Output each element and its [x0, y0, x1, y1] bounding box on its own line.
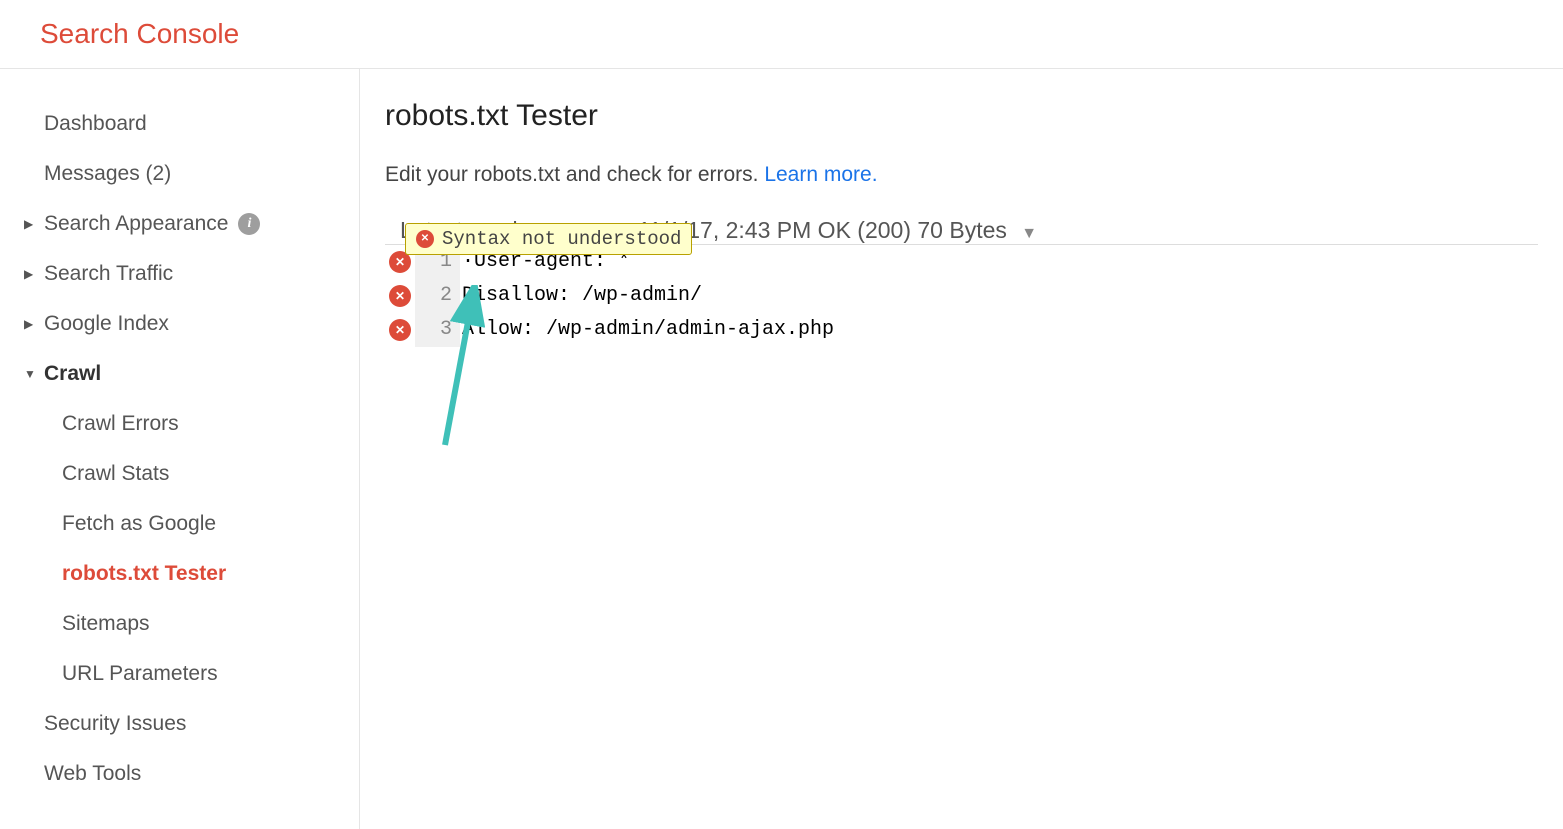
sidebar: Dashboard Messages (2) ▶ Search Appearan… [0, 69, 360, 829]
chevron-down-icon: ▼ [1021, 225, 1037, 242]
sidebar-item-search-traffic[interactable]: ▶ Search Traffic [0, 249, 359, 299]
main-content: robots.txt Tester Edit your robots.txt a… [360, 69, 1563, 829]
sidebar-item-sitemaps[interactable]: Sitemaps [0, 599, 359, 649]
code-line: Disallow: /wp-admin/ [460, 279, 1538, 313]
sidebar-item-label: Search Traffic [44, 262, 173, 286]
learn-more-link[interactable]: Learn more. [764, 163, 877, 186]
sidebar-item-security-issues[interactable]: Security Issues [0, 699, 359, 749]
chevron-down-icon: ▼ [24, 367, 36, 381]
sidebar-item-label: Search Appearance [44, 212, 228, 236]
sidebar-item-crawl-stats[interactable]: Crawl Stats [0, 449, 359, 499]
subtitle-text: Edit your robots.txt and check for error… [385, 163, 764, 186]
sidebar-item-search-appearance[interactable]: ▶ Search Appearance i [0, 199, 359, 249]
sidebar-item-label: Crawl [44, 362, 101, 386]
line-number: 2 [415, 279, 452, 313]
chevron-right-icon: ▶ [24, 267, 33, 281]
line-number-gutter: 1 2 3 [415, 245, 460, 347]
chevron-right-icon: ▶ [24, 317, 33, 331]
error-gutter [385, 245, 415, 347]
sidebar-item-dashboard[interactable]: Dashboard [0, 99, 359, 149]
sidebar-item-crawl-errors[interactable]: Crawl Errors [0, 399, 359, 449]
code-line: Allow: /wp-admin/admin-ajax.php [460, 313, 1538, 347]
sidebar-item-crawl[interactable]: ▼ Crawl [0, 349, 359, 399]
code-editor[interactable]: Syntax not understood 1 2 3 ·User-agent:… [385, 244, 1538, 347]
code-content[interactable]: ·User-agent: * Disallow: /wp-admin/ Allo… [460, 245, 1538, 347]
error-icon[interactable] [389, 285, 411, 307]
error-icon[interactable] [389, 319, 411, 341]
sidebar-item-fetch-as-google[interactable]: Fetch as Google [0, 499, 359, 549]
sidebar-item-url-parameters[interactable]: URL Parameters [0, 649, 359, 699]
sidebar-item-label: Google Index [44, 312, 169, 336]
tooltip-text: Syntax not understood [442, 228, 681, 250]
app-header: Search Console [0, 0, 1563, 69]
page-title: robots.txt Tester [385, 99, 1538, 133]
app-title: Search Console [40, 18, 1523, 50]
sidebar-item-web-tools[interactable]: Web Tools [0, 749, 359, 799]
chevron-right-icon: ▶ [24, 217, 33, 231]
sidebar-item-robots-tester[interactable]: robots.txt Tester [0, 549, 359, 599]
page-subtitle: Edit your robots.txt and check for error… [385, 163, 1538, 187]
sidebar-item-google-index[interactable]: ▶ Google Index [0, 299, 359, 349]
info-icon[interactable]: i [238, 213, 260, 235]
sidebar-item-messages[interactable]: Messages (2) [0, 149, 359, 199]
error-icon [416, 230, 434, 248]
line-number: 3 [415, 313, 452, 347]
error-tooltip: Syntax not understood [405, 223, 692, 255]
